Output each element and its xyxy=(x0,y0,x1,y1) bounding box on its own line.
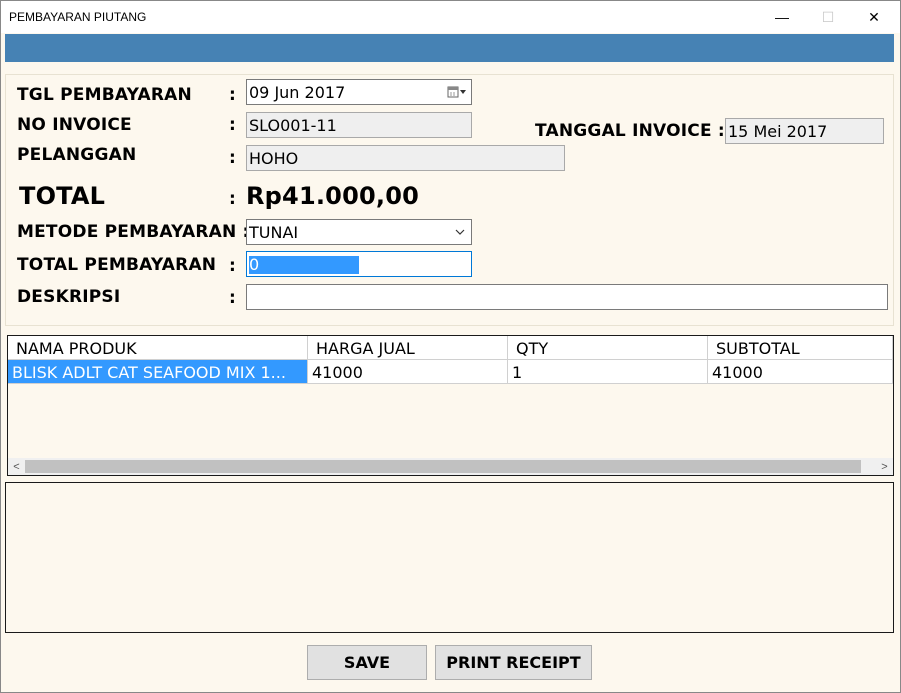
cell-harga-jual[interactable]: 41000 xyxy=(308,360,508,384)
calendar-icon[interactable] xyxy=(447,86,467,98)
minimize-button[interactable]: — xyxy=(759,1,805,33)
grid-header: NAMA PRODUK HARGA JUAL QTY SUBTOTAL xyxy=(8,336,893,360)
colon: : xyxy=(229,256,236,276)
description-input[interactable] xyxy=(246,284,888,310)
colon: : xyxy=(229,148,236,168)
payment-date-value: 09 Jun 2017 xyxy=(249,83,346,102)
payment-amount-value: 0 xyxy=(249,256,359,274)
horizontal-scrollbar[interactable]: < > xyxy=(8,458,893,475)
tgl-pembayaran-label: TGL PEMBAYARAN xyxy=(17,85,192,105)
column-header-nama-produk[interactable]: NAMA PRODUK xyxy=(8,336,308,360)
print-receipt-button[interactable]: PRINT RECEIPT xyxy=(435,645,592,680)
column-header-qty[interactable]: QTY xyxy=(508,336,708,360)
window-title: PEMBAYARAN PIUTANG xyxy=(9,10,147,24)
colon: : xyxy=(229,288,236,308)
header-bar xyxy=(5,34,894,62)
metode-pembayaran-label: METODE PEMBAYARAN : xyxy=(17,222,250,242)
title-bar[interactable]: PEMBAYARAN PIUTANG — ☐ ✕ xyxy=(1,1,900,33)
scroll-left-icon[interactable]: < xyxy=(8,458,25,475)
detail-panel xyxy=(5,482,894,633)
cell-nama-produk[interactable]: BLISK ADLT CAT SEAFOOD MIX 1... xyxy=(8,360,308,384)
product-grid[interactable]: NAMA PRODUK HARGA JUAL QTY SUBTOTAL BLIS… xyxy=(7,335,894,476)
total-pembayaran-label: TOTAL PEMBAYARAN xyxy=(17,255,217,275)
payment-date-picker[interactable]: 09 Jun 2017 xyxy=(246,79,472,105)
customer-field[interactable]: HOHO xyxy=(246,145,565,171)
column-header-harga-jual[interactable]: HARGA JUAL xyxy=(308,336,508,360)
pelanggan-label: PELANGGAN xyxy=(17,145,137,165)
table-row[interactable]: BLISK ADLT CAT SEAFOOD MIX 1... 41000 1 … xyxy=(8,360,893,384)
payment-method-value: TUNAI xyxy=(249,223,299,242)
cell-qty[interactable]: 1 xyxy=(508,360,708,384)
colon: : xyxy=(229,115,236,135)
total-label: TOTAL xyxy=(19,182,106,210)
payment-method-select[interactable]: TUNAI xyxy=(246,219,472,245)
save-button[interactable]: SAVE xyxy=(307,645,427,680)
scrollbar-thumb[interactable] xyxy=(25,460,861,473)
tanggal-invoice-label: TANGGAL INVOICE : xyxy=(535,121,725,141)
cell-subtotal[interactable]: 41000 xyxy=(708,360,893,384)
total-amount: Rp41.000,00 xyxy=(246,182,419,210)
scroll-right-icon[interactable]: > xyxy=(876,458,893,475)
colon: : xyxy=(229,85,236,105)
payment-amount-input[interactable]: 0 xyxy=(246,251,472,277)
column-header-subtotal[interactable]: SUBTOTAL xyxy=(708,336,893,360)
no-invoice-label: NO INVOICE xyxy=(17,115,132,135)
invoice-number-field[interactable]: SLO001-11 xyxy=(246,112,472,138)
payment-window: PEMBAYARAN PIUTANG — ☐ ✕ TGL PEMBAYARAN … xyxy=(0,0,901,693)
chevron-down-icon xyxy=(455,229,465,235)
deskripsi-label: DESKRIPSI xyxy=(17,287,121,307)
colon: : xyxy=(229,189,236,209)
invoice-date-field[interactable]: 15 Mei 2017 xyxy=(725,118,884,144)
close-button[interactable]: ✕ xyxy=(851,1,897,33)
maximize-button: ☐ xyxy=(821,8,835,25)
